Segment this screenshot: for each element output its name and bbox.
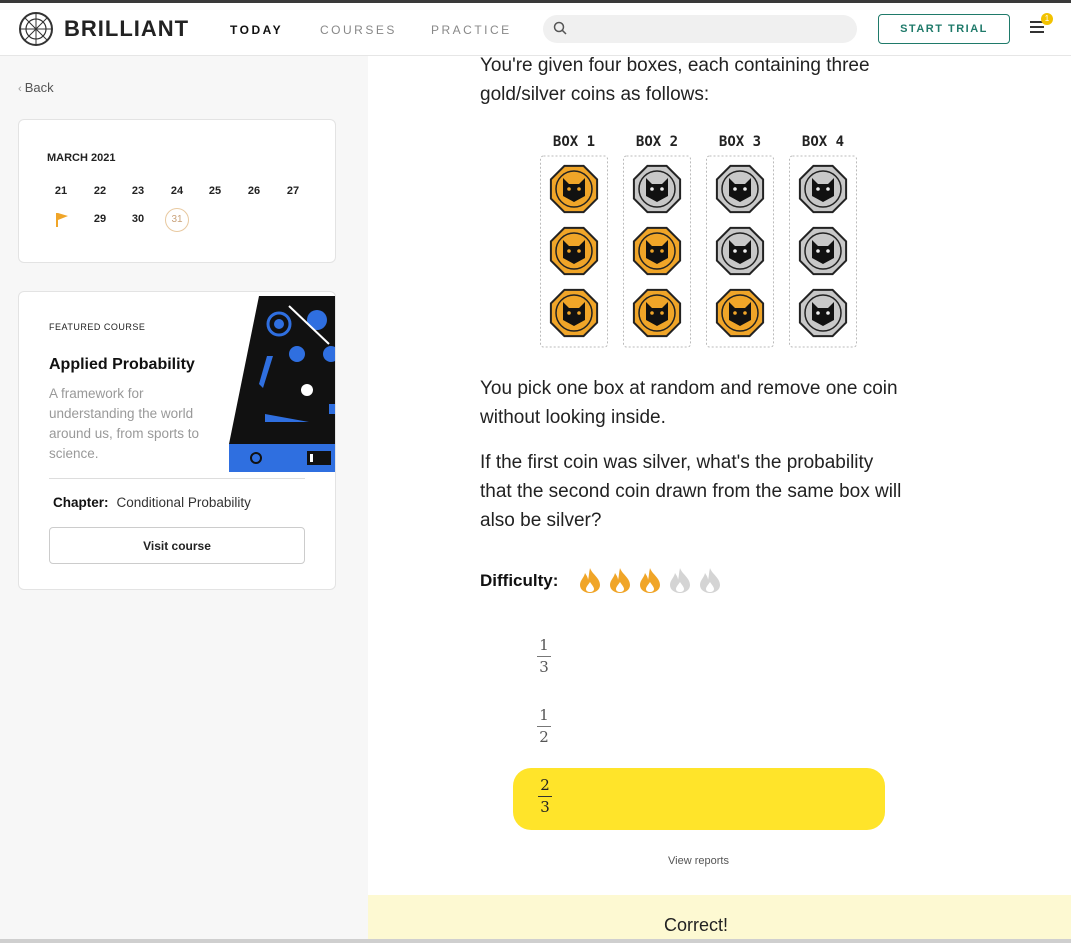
gold-coin-icon [715,288,765,338]
gold-coin-icon [549,164,599,214]
course-description: A framework for understanding the world … [49,386,200,461]
course-title[interactable]: Applied Probability [49,356,195,374]
flame-icon-empty [700,568,720,593]
fraction-numerator: 1 [539,636,549,654]
result-banner: Correct! [368,895,1071,943]
answer-option-3-selected[interactable]: 2 3 [513,768,885,830]
featured-course-card: FEATURED COURSE Applied Probability A fr… [18,291,336,590]
calendar-today[interactable]: 31 [165,208,189,232]
calendar-day[interactable]: 21 [49,185,73,197]
visit-course-button[interactable]: Visit course [49,527,305,564]
chapter-name: Conditional Probability [116,495,251,510]
flame-icon-filled [610,568,630,593]
fraction: 1 3 [537,637,551,676]
brilliant-logo[interactable]: BRILLIANT [18,11,189,47]
fraction: 1 2 [537,707,551,746]
flag-icon[interactable] [55,212,69,228]
back-label: Back [24,80,54,95]
problem-panel: You're given four boxes, each containing… [368,55,1071,943]
problem-intro: You're given four boxes, each containing… [480,55,870,105]
fraction-denominator: 3 [540,798,550,816]
chapter-label: Chapter: [53,495,109,510]
calendar-day[interactable]: 22 [88,185,112,197]
nav-courses[interactable]: COURSES [320,23,397,37]
sidebar: ‹ Back MARCH 2021 21 22 23 24 25 26 27 2… [0,56,368,943]
top-navigation-bar: BRILLIANT TODAY COURSES PRACTICE START T… [0,3,1071,56]
silver-coin-icon [715,164,765,214]
pinball-course-illustration [229,296,335,472]
calendar-day[interactable]: 26 [242,185,266,197]
coin-boxes-svg: BOX 1 BOX 2 BOX 3 BOX 4 [540,134,857,348]
calendar-day[interactable]: 29 [88,213,112,225]
chevron-left-icon: ‹ [18,83,25,95]
nav-practice[interactable]: PRACTICE [431,23,512,37]
silver-coin-icon [632,164,682,214]
back-link[interactable]: ‹ Back [18,80,54,95]
flame-icon-empty [670,568,690,593]
fraction-numerator: 1 [539,706,549,724]
silver-coin-icon [798,164,848,214]
brand-name: BRILLIANT [64,16,190,41]
notification-badge: 1 [1041,13,1053,25]
gold-coin-icon [632,226,682,276]
fraction-denominator: 2 [539,728,549,746]
chapter-info: Chapter: Conditional Probability [53,495,251,510]
window-bottom-edge [0,939,1071,943]
search-icon [553,21,567,35]
difficulty-label: Difficulty: [480,571,559,590]
calendar-card: MARCH 2021 21 22 23 24 25 26 27 29 30 31 [18,119,336,263]
divider [49,478,305,479]
view-reports-link[interactable]: View reports [368,855,1029,867]
problem-question: If the first coin was silver, what's the… [480,452,902,531]
coin-boxes-figure: BOX 1 BOX 2 BOX 3 BOX 4 [540,126,860,361]
silver-coin-icon [798,288,848,338]
fraction-denominator: 3 [539,658,549,676]
flame-icon-filled [640,568,660,593]
silver-coin-icon [798,226,848,276]
silver-coin-icon [715,226,765,276]
box-label: BOX 3 [719,134,761,150]
calendar-day[interactable]: 30 [126,213,150,225]
nav-today[interactable]: TODAY [230,23,283,37]
search-input[interactable] [543,15,857,43]
fraction: 2 3 [538,777,552,816]
result-text: Correct! [664,915,729,935]
calendar-day[interactable]: 24 [165,185,189,197]
box-label: BOX 4 [802,134,844,150]
start-trial-button[interactable]: START TRIAL [878,14,1010,44]
gold-coin-icon [549,226,599,276]
calendar-day[interactable]: 25 [203,185,227,197]
gold-coin-icon [632,288,682,338]
fraction-numerator: 2 [540,776,550,794]
problem-setup: You pick one box at random and remove on… [480,378,898,428]
answer-option-1[interactable]: 1 3 [513,627,885,689]
calendar-day[interactable]: 27 [281,185,305,197]
gold-coin-icon [549,288,599,338]
calendar-day[interactable]: 23 [126,185,150,197]
box-label: BOX 2 [636,134,678,150]
calendar-month: MARCH 2021 [47,152,116,164]
featured-course-label: FEATURED COURSE [49,322,146,332]
difficulty-rating [576,566,724,594]
answer-option-2[interactable]: 1 2 [513,697,885,759]
brilliant-logo-icon [19,12,53,46]
box-label: BOX 1 [553,134,595,150]
flame-icon-filled [580,568,600,593]
